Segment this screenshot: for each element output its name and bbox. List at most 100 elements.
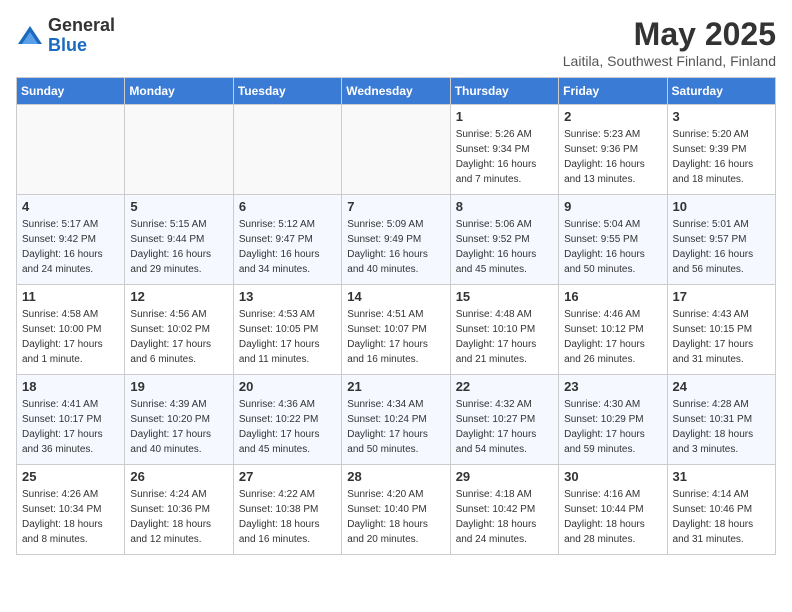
day-cell: 12 Sunrise: 4:56 AMSunset: 10:02 PMDayli…	[125, 285, 233, 375]
day-info: Sunrise: 5:04 AMSunset: 9:55 PMDaylight:…	[564, 217, 661, 277]
day-number: 26	[130, 469, 227, 484]
day-number: 10	[673, 199, 770, 214]
weekday-header-monday: Monday	[125, 78, 233, 105]
day-info: Sunrise: 4:16 AMSunset: 10:44 PMDaylight…	[564, 487, 661, 547]
day-number: 1	[456, 109, 553, 124]
logo-general: General	[48, 15, 115, 35]
day-cell: 27 Sunrise: 4:22 AMSunset: 10:38 PMDayli…	[233, 465, 341, 555]
day-cell: 3 Sunrise: 5:20 AMSunset: 9:39 PMDayligh…	[667, 105, 775, 195]
day-cell: 16 Sunrise: 4:46 AMSunset: 10:12 PMDayli…	[559, 285, 667, 375]
day-info: Sunrise: 4:39 AMSunset: 10:20 PMDaylight…	[130, 397, 227, 457]
weekday-header-row: SundayMondayTuesdayWednesdayThursdayFrid…	[17, 78, 776, 105]
day-cell: 13 Sunrise: 4:53 AMSunset: 10:05 PMDayli…	[233, 285, 341, 375]
day-info: Sunrise: 4:36 AMSunset: 10:22 PMDaylight…	[239, 397, 336, 457]
day-cell: 22 Sunrise: 4:32 AMSunset: 10:27 PMDayli…	[450, 375, 558, 465]
day-number: 4	[22, 199, 119, 214]
day-info: Sunrise: 4:26 AMSunset: 10:34 PMDaylight…	[22, 487, 119, 547]
day-cell: 18 Sunrise: 4:41 AMSunset: 10:17 PMDayli…	[17, 375, 125, 465]
day-cell: 7 Sunrise: 5:09 AMSunset: 9:49 PMDayligh…	[342, 195, 450, 285]
day-info: Sunrise: 5:17 AMSunset: 9:42 PMDaylight:…	[22, 217, 119, 277]
day-info: Sunrise: 4:18 AMSunset: 10:42 PMDaylight…	[456, 487, 553, 547]
day-info: Sunrise: 5:09 AMSunset: 9:49 PMDaylight:…	[347, 217, 444, 277]
day-number: 25	[22, 469, 119, 484]
day-cell: 15 Sunrise: 4:48 AMSunset: 10:10 PMDayli…	[450, 285, 558, 375]
day-info: Sunrise: 4:53 AMSunset: 10:05 PMDaylight…	[239, 307, 336, 367]
day-cell: 9 Sunrise: 5:04 AMSunset: 9:55 PMDayligh…	[559, 195, 667, 285]
day-info: Sunrise: 5:01 AMSunset: 9:57 PMDaylight:…	[673, 217, 770, 277]
day-cell: 11 Sunrise: 4:58 AMSunset: 10:00 PMDayli…	[17, 285, 125, 375]
weekday-header-wednesday: Wednesday	[342, 78, 450, 105]
weekday-header-friday: Friday	[559, 78, 667, 105]
day-number: 21	[347, 379, 444, 394]
week-row-2: 4 Sunrise: 5:17 AMSunset: 9:42 PMDayligh…	[17, 195, 776, 285]
day-info: Sunrise: 4:30 AMSunset: 10:29 PMDaylight…	[564, 397, 661, 457]
day-number: 8	[456, 199, 553, 214]
day-number: 3	[673, 109, 770, 124]
day-number: 24	[673, 379, 770, 394]
day-cell: 5 Sunrise: 5:15 AMSunset: 9:44 PMDayligh…	[125, 195, 233, 285]
day-info: Sunrise: 5:15 AMSunset: 9:44 PMDaylight:…	[130, 217, 227, 277]
day-info: Sunrise: 5:06 AMSunset: 9:52 PMDaylight:…	[456, 217, 553, 277]
day-info: Sunrise: 4:56 AMSunset: 10:02 PMDaylight…	[130, 307, 227, 367]
day-number: 18	[22, 379, 119, 394]
week-row-1: 1 Sunrise: 5:26 AMSunset: 9:34 PMDayligh…	[17, 105, 776, 195]
day-number: 14	[347, 289, 444, 304]
day-info: Sunrise: 4:51 AMSunset: 10:07 PMDaylight…	[347, 307, 444, 367]
day-info: Sunrise: 5:23 AMSunset: 9:36 PMDaylight:…	[564, 127, 661, 187]
weekday-header-tuesday: Tuesday	[233, 78, 341, 105]
day-info: Sunrise: 5:20 AMSunset: 9:39 PMDaylight:…	[673, 127, 770, 187]
day-cell: 31 Sunrise: 4:14 AMSunset: 10:46 PMDayli…	[667, 465, 775, 555]
week-row-5: 25 Sunrise: 4:26 AMSunset: 10:34 PMDayli…	[17, 465, 776, 555]
day-number: 11	[22, 289, 119, 304]
logo: General Blue	[16, 16, 115, 56]
day-info: Sunrise: 4:24 AMSunset: 10:36 PMDaylight…	[130, 487, 227, 547]
page-header: General Blue May 2025 Laitila, Southwest…	[16, 16, 776, 69]
day-info: Sunrise: 4:46 AMSunset: 10:12 PMDaylight…	[564, 307, 661, 367]
day-info: Sunrise: 4:14 AMSunset: 10:46 PMDaylight…	[673, 487, 770, 547]
day-cell: 24 Sunrise: 4:28 AMSunset: 10:31 PMDayli…	[667, 375, 775, 465]
weekday-header-saturday: Saturday	[667, 78, 775, 105]
day-info: Sunrise: 5:26 AMSunset: 9:34 PMDaylight:…	[456, 127, 553, 187]
weekday-header-sunday: Sunday	[17, 78, 125, 105]
day-info: Sunrise: 5:12 AMSunset: 9:47 PMDaylight:…	[239, 217, 336, 277]
day-cell: 10 Sunrise: 5:01 AMSunset: 9:57 PMDaylig…	[667, 195, 775, 285]
day-cell: 4 Sunrise: 5:17 AMSunset: 9:42 PMDayligh…	[17, 195, 125, 285]
calendar-table: SundayMondayTuesdayWednesdayThursdayFrid…	[16, 77, 776, 555]
day-info: Sunrise: 4:58 AMSunset: 10:00 PMDaylight…	[22, 307, 119, 367]
day-number: 12	[130, 289, 227, 304]
day-number: 27	[239, 469, 336, 484]
day-number: 29	[456, 469, 553, 484]
day-cell	[125, 105, 233, 195]
day-info: Sunrise: 4:28 AMSunset: 10:31 PMDaylight…	[673, 397, 770, 457]
day-cell: 26 Sunrise: 4:24 AMSunset: 10:36 PMDayli…	[125, 465, 233, 555]
day-number: 22	[456, 379, 553, 394]
day-cell: 1 Sunrise: 5:26 AMSunset: 9:34 PMDayligh…	[450, 105, 558, 195]
day-cell: 14 Sunrise: 4:51 AMSunset: 10:07 PMDayli…	[342, 285, 450, 375]
day-cell: 23 Sunrise: 4:30 AMSunset: 10:29 PMDayli…	[559, 375, 667, 465]
day-cell: 28 Sunrise: 4:20 AMSunset: 10:40 PMDayli…	[342, 465, 450, 555]
day-cell	[342, 105, 450, 195]
weekday-header-thursday: Thursday	[450, 78, 558, 105]
day-number: 6	[239, 199, 336, 214]
day-info: Sunrise: 4:43 AMSunset: 10:15 PMDaylight…	[673, 307, 770, 367]
logo-blue: Blue	[48, 35, 87, 55]
day-cell: 25 Sunrise: 4:26 AMSunset: 10:34 PMDayli…	[17, 465, 125, 555]
day-number: 15	[456, 289, 553, 304]
day-info: Sunrise: 4:32 AMSunset: 10:27 PMDaylight…	[456, 397, 553, 457]
month-title: May 2025	[563, 16, 776, 53]
week-row-4: 18 Sunrise: 4:41 AMSunset: 10:17 PMDayli…	[17, 375, 776, 465]
day-cell: 19 Sunrise: 4:39 AMSunset: 10:20 PMDayli…	[125, 375, 233, 465]
day-info: Sunrise: 4:34 AMSunset: 10:24 PMDaylight…	[347, 397, 444, 457]
day-cell: 20 Sunrise: 4:36 AMSunset: 10:22 PMDayli…	[233, 375, 341, 465]
day-info: Sunrise: 4:20 AMSunset: 10:40 PMDaylight…	[347, 487, 444, 547]
logo-text: General Blue	[48, 16, 115, 56]
day-number: 9	[564, 199, 661, 214]
day-cell: 30 Sunrise: 4:16 AMSunset: 10:44 PMDayli…	[559, 465, 667, 555]
day-info: Sunrise: 4:41 AMSunset: 10:17 PMDaylight…	[22, 397, 119, 457]
day-number: 16	[564, 289, 661, 304]
day-cell: 8 Sunrise: 5:06 AMSunset: 9:52 PMDayligh…	[450, 195, 558, 285]
day-cell: 29 Sunrise: 4:18 AMSunset: 10:42 PMDayli…	[450, 465, 558, 555]
day-number: 28	[347, 469, 444, 484]
day-number: 20	[239, 379, 336, 394]
day-number: 23	[564, 379, 661, 394]
